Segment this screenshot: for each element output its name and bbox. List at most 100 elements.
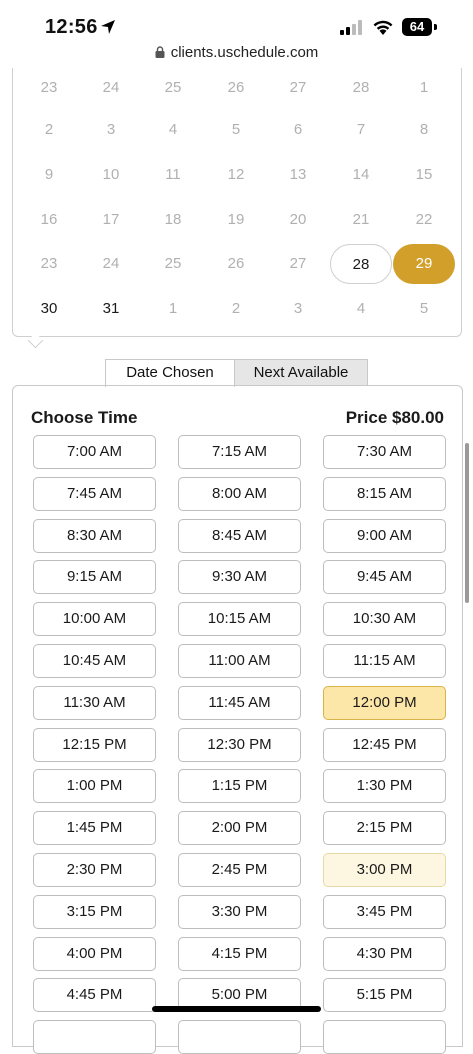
time-slot[interactable]: 2:15 PM — [323, 811, 446, 845]
time-slot[interactable]: 7:45 AM — [33, 477, 156, 511]
scrollbar[interactable] — [465, 443, 469, 603]
calendar-day: 25 — [164, 255, 182, 272]
calendar-week-row: 23 24 25 26 27 28 29 — [13, 244, 461, 289]
time-slot[interactable]: 10:00 AM — [33, 602, 156, 636]
calendar-day: 1 — [419, 79, 429, 96]
calendar-week-row: 2 3 4 5 6 7 8 — [13, 110, 461, 155]
calendar-week-row: 23 24 25 26 27 28 1 — [13, 68, 461, 113]
choose-time-heading: Choose Time — [31, 408, 138, 427]
calendar-day: 18 — [164, 211, 182, 228]
time-slot[interactable]: 5:15 PM — [323, 978, 446, 1012]
calendar-day: 13 — [289, 166, 307, 183]
calendar-day: 22 — [415, 211, 433, 228]
time-slot[interactable]: 3:45 PM — [323, 895, 446, 929]
calendar-day: 5 — [419, 300, 429, 317]
calendar-day: 19 — [227, 211, 245, 228]
calendar-day: 21 — [352, 211, 370, 228]
time-slot[interactable]: 12:15 PM — [33, 728, 156, 762]
calendar: 23 24 25 26 27 28 1 2 3 4 5 6 7 8 9 10 11 12 13 14 15 16 17 18 1… — [12, 68, 462, 337]
calendar-day: 23 — [40, 79, 58, 96]
calendar-week-row: 9 10 11 12 13 14 15 — [13, 155, 461, 200]
calendar-day: 4 — [356, 300, 366, 317]
calendar-day: 1 — [168, 300, 178, 317]
tab-next-available[interactable]: Next Available — [234, 359, 368, 386]
calendar-day: 7 — [356, 121, 366, 138]
time-slot[interactable] — [33, 1020, 156, 1054]
time-slot[interactable]: 8:45 AM — [178, 519, 301, 553]
time-slot[interactable]: 9:00 AM — [323, 519, 446, 553]
calendar-day: 24 — [102, 255, 120, 272]
calendar-day: 23 — [40, 255, 58, 272]
calendar-day: 26 — [227, 79, 245, 96]
calendar-day: 4 — [168, 121, 178, 138]
calendar-day: 8 — [419, 121, 429, 138]
calendar-day: 10 — [102, 166, 120, 183]
time-slot[interactable]: 8:00 AM — [178, 477, 301, 511]
time-slot[interactable]: 9:30 AM — [178, 560, 301, 594]
cellular-signal-icon — [340, 20, 362, 35]
battery-icon: 64 — [402, 18, 438, 36]
time-slot[interactable]: 4:15 PM — [178, 937, 301, 971]
calendar-day: 25 — [164, 79, 182, 96]
time-slot[interactable]: 3:15 PM — [33, 895, 156, 929]
time-slot[interactable]: 1:45 PM — [33, 811, 156, 845]
time-slot[interactable]: 1:30 PM — [323, 769, 446, 803]
time-slot[interactable]: 7:00 AM — [33, 435, 156, 469]
time-slot[interactable]: 2:00 PM — [178, 811, 301, 845]
time-slot[interactable]: 9:45 AM — [323, 560, 446, 594]
battery-level: 64 — [402, 18, 432, 36]
calendar-week-row: 30 31 1 2 3 4 5 — [13, 289, 461, 334]
time-slot-selected[interactable]: 12:00 PM — [323, 686, 446, 720]
location-arrow-icon — [101, 20, 115, 34]
calendar-day: 9 — [44, 166, 54, 183]
time-slot[interactable]: 4:30 PM — [323, 937, 446, 971]
time-slot[interactable]: 7:15 AM — [178, 435, 301, 469]
time-slot[interactable]: 3:30 PM — [178, 895, 301, 929]
time-slot[interactable]: 11:30 AM — [33, 686, 156, 720]
time-slot[interactable]: 1:00 PM — [33, 769, 156, 803]
tab-date-chosen[interactable]: Date Chosen — [105, 359, 235, 387]
calendar-day-selected[interactable]: 29 — [393, 244, 455, 284]
time-slot[interactable]: 3:00 PM — [323, 853, 446, 887]
time-panel: Choose Time Price $80.00 7:00 AM 7:15 AM 7… — [12, 385, 463, 1054]
time-slot[interactable] — [178, 1020, 301, 1054]
calendar-day: 20 — [289, 211, 307, 228]
time-slot[interactable]: 10:15 AM — [178, 602, 301, 636]
time-slot[interactable]: 10:45 AM — [33, 644, 156, 678]
time-slot[interactable]: 1:15 PM — [178, 769, 301, 803]
calendar-day: 15 — [415, 166, 433, 183]
price-label: Price $80.00 — [345, 408, 444, 427]
address-bar[interactable]: clients.uschedule.com — [0, 44, 473, 66]
time-slot[interactable]: 9:15 AM — [33, 560, 156, 594]
time-slot[interactable]: 11:45 AM — [178, 686, 301, 720]
calendar-day: 14 — [352, 166, 370, 183]
calendar-day[interactable]: 30 — [18, 289, 80, 329]
time-slot[interactable]: 10:30 AM — [323, 602, 446, 636]
calendar-day: 5 — [231, 121, 241, 138]
time-slot[interactable]: 7:30 AM — [323, 435, 446, 469]
calendar-day: 3 — [106, 121, 116, 138]
calendar-day: 2 — [44, 121, 54, 138]
calendar-day: 3 — [293, 300, 303, 317]
time-slot[interactable]: 4:00 PM — [33, 937, 156, 971]
home-indicator[interactable] — [152, 1006, 321, 1012]
time-slot[interactable]: 2:30 PM — [33, 853, 156, 887]
calendar-day: 28 — [352, 79, 370, 96]
time-slot[interactable]: 11:00 AM — [178, 644, 301, 678]
calendar-day: 6 — [293, 121, 303, 138]
time-slot[interactable]: 8:15 AM — [323, 477, 446, 511]
time-slot[interactable]: 2:45 PM — [178, 853, 301, 887]
calendar-week-row: 16 17 18 19 20 21 22 — [13, 200, 461, 245]
calendar-day[interactable]: 31 — [80, 289, 142, 329]
time-slot[interactable] — [323, 1020, 446, 1054]
calendar-day: 26 — [227, 255, 245, 272]
wifi-icon — [373, 20, 393, 35]
calendar-day[interactable]: 28 — [330, 244, 392, 284]
time-slot[interactable]: 12:45 PM — [323, 728, 446, 762]
time-slot[interactable]: 11:15 AM — [323, 644, 446, 678]
lock-icon — [155, 46, 165, 58]
time-slot[interactable]: 8:30 AM — [33, 519, 156, 553]
calendar-day: 2 — [231, 300, 241, 317]
time-slot[interactable]: 12:30 PM — [178, 728, 301, 762]
time-slot[interactable]: 4:45 PM — [33, 978, 156, 1012]
